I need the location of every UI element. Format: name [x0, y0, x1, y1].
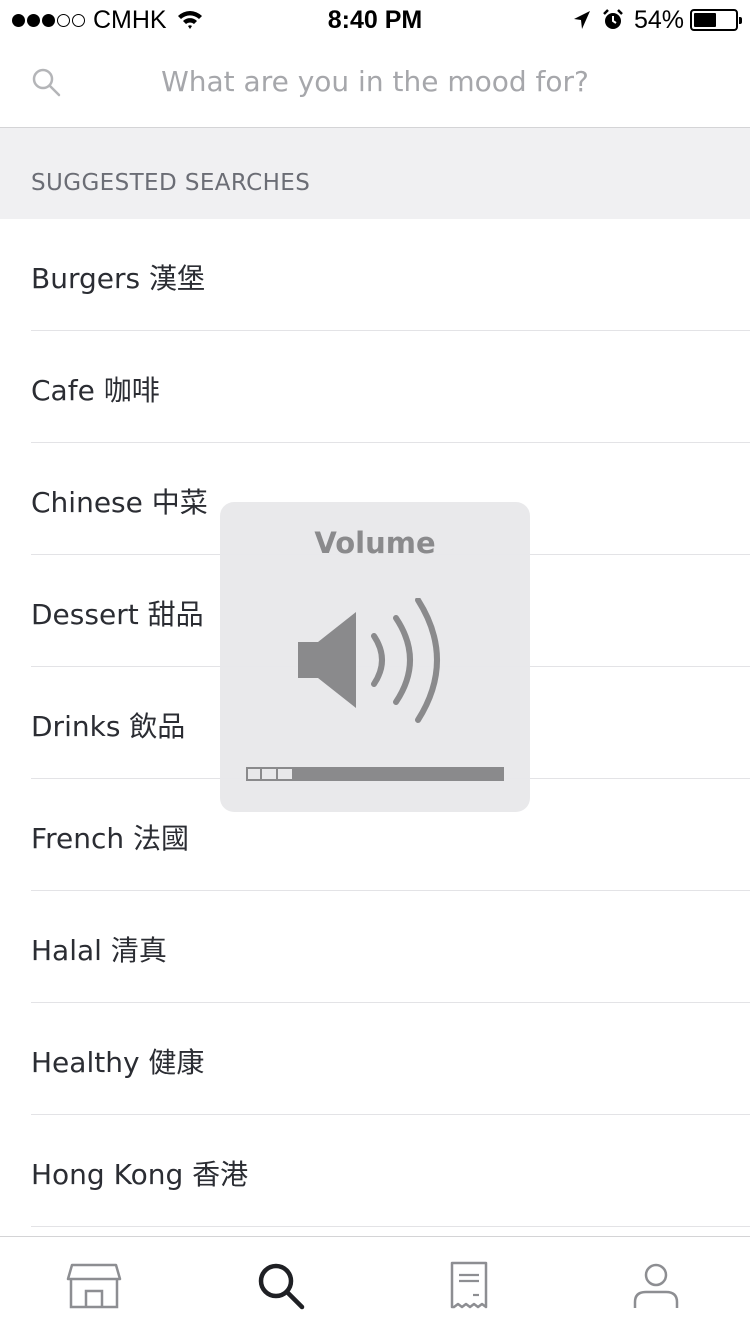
volume-level-bar	[246, 767, 504, 781]
list-item-label: Cafe 咖啡	[31, 374, 160, 407]
suggested-searches-header: SUGGESTED SEARCHES	[0, 128, 750, 219]
list-item-label: Halal 清真	[31, 934, 167, 967]
list-item-label: Dessert 甜品	[31, 598, 204, 631]
store-icon	[66, 1263, 121, 1309]
tab-search[interactable]	[188, 1237, 376, 1334]
wifi-icon	[177, 11, 202, 29]
tab-bar	[0, 1236, 750, 1334]
volume-segment	[262, 767, 278, 781]
list-item-label: Healthy 健康	[31, 1046, 205, 1079]
search-icon	[32, 68, 61, 97]
search-input[interactable]	[110, 56, 640, 106]
list-item-label: Chinese 中菜	[31, 486, 208, 519]
carrier-name: CMHK	[93, 5, 167, 34]
list-item-healthy[interactable]: Healthy 健康	[31, 1003, 750, 1115]
status-bar: CMHK 8:40 PM 54%	[0, 0, 750, 40]
receipt-icon	[450, 1261, 487, 1309]
volume-title: Volume	[314, 526, 436, 560]
list-item-cafe[interactable]: Cafe 咖啡	[31, 331, 750, 443]
volume-remaining	[294, 767, 504, 781]
search-icon	[259, 1263, 305, 1310]
list-item-hong-kong[interactable]: Hong Kong 香港	[31, 1115, 750, 1227]
list-item-label: Burgers 漢堡	[31, 262, 205, 295]
section-title: SUGGESTED SEARCHES	[31, 170, 311, 196]
status-left: CMHK	[12, 6, 203, 34]
list-item-label: French 法國	[31, 822, 189, 855]
tab-orders[interactable]	[375, 1237, 563, 1334]
speaker-volume-icon	[298, 598, 440, 723]
status-right: 54%	[572, 5, 742, 34]
battery-percent: 54%	[633, 5, 684, 34]
location-arrow-icon	[573, 11, 590, 29]
volume-hud: Volume	[220, 502, 530, 812]
person-icon	[634, 1263, 679, 1308]
list-item-label: Hong Kong 香港	[31, 1158, 249, 1191]
volume-segment	[278, 767, 294, 781]
search-bar	[0, 40, 750, 128]
list-item-label: Drinks 飲品	[31, 710, 186, 743]
volume-segment	[246, 767, 262, 781]
list-item-halal[interactable]: Halal 清真	[31, 891, 750, 1003]
alarm-clock-icon	[603, 9, 623, 29]
tab-stores[interactable]	[0, 1237, 188, 1334]
tab-account[interactable]	[563, 1237, 750, 1334]
battery-fill	[694, 13, 716, 27]
list-item-burgers[interactable]: Burgers 漢堡	[31, 219, 750, 331]
battery-icon	[690, 9, 742, 31]
signal-strength-icon	[12, 13, 85, 27]
